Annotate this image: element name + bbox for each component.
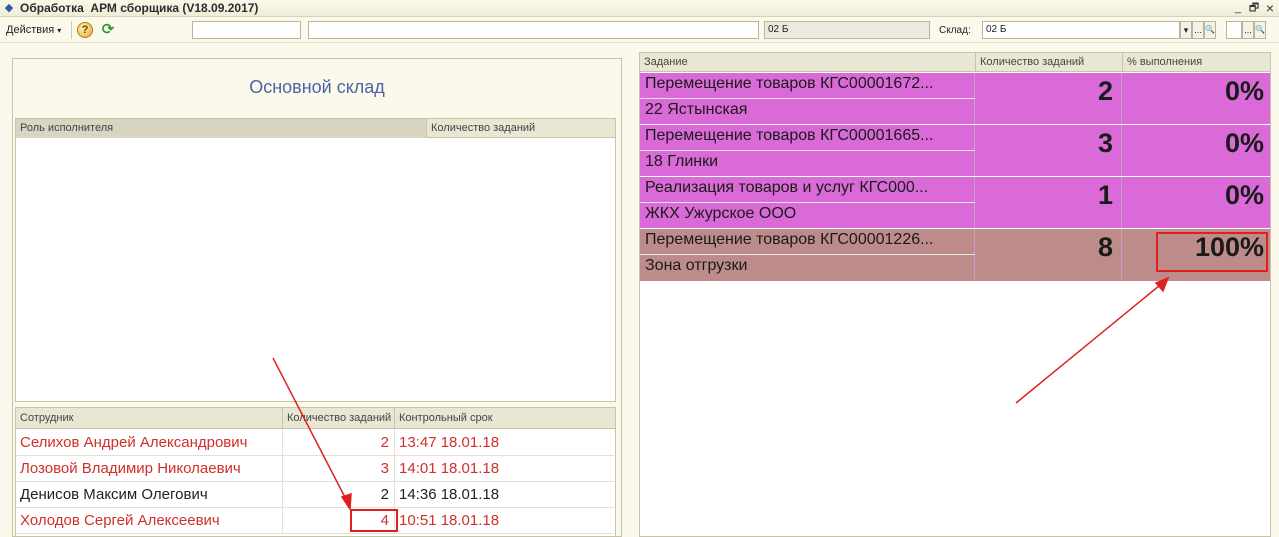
annotation-arrowhead-right — [1154, 276, 1170, 293]
annotation-arrow-right — [1015, 280, 1166, 404]
annotation-arrows — [272, 276, 1170, 512]
annotation-arrowhead-left — [340, 492, 352, 512]
annotation-arrow-left — [272, 357, 351, 508]
